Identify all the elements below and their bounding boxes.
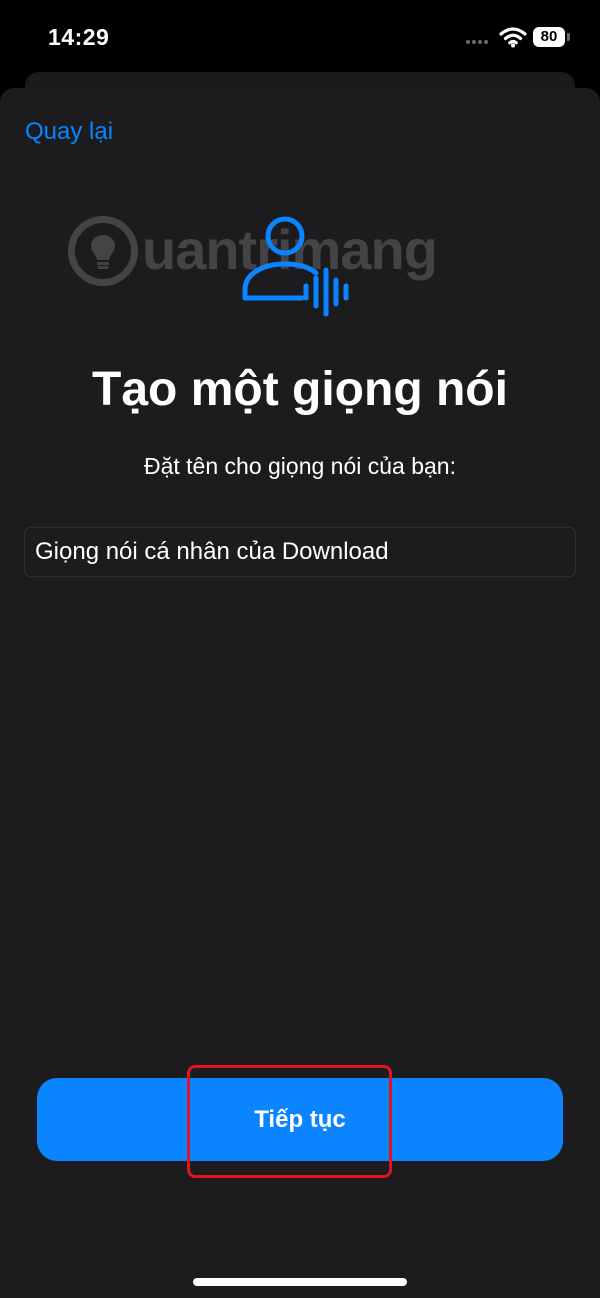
status-time: 14:29 (48, 24, 110, 50)
page-title: Tạo một giọng nói (92, 363, 508, 416)
battery-level: 80 (540, 28, 558, 45)
person-voice-icon (242, 216, 349, 317)
screen: 14:29 80 Quay lại uantrimang Tạo một giọ… (0, 0, 600, 1298)
home-indicator[interactable] (193, 1278, 407, 1286)
status-bar: 14:29 80 (0, 0, 600, 70)
continue-button[interactable]: Tiếp tục (37, 1078, 563, 1161)
battery-icon: 80 (533, 27, 565, 47)
page-subtitle: Đặt tên cho giọng nói của bạn: (143, 453, 456, 479)
signal-dots-icon (466, 40, 492, 46)
wifi-icon (499, 27, 527, 48)
back-button[interactable]: Quay lại (25, 118, 113, 146)
battery-cap (567, 33, 570, 41)
voice-name-field[interactable] (24, 527, 576, 577)
lightbulb-logo-icon (68, 216, 138, 286)
